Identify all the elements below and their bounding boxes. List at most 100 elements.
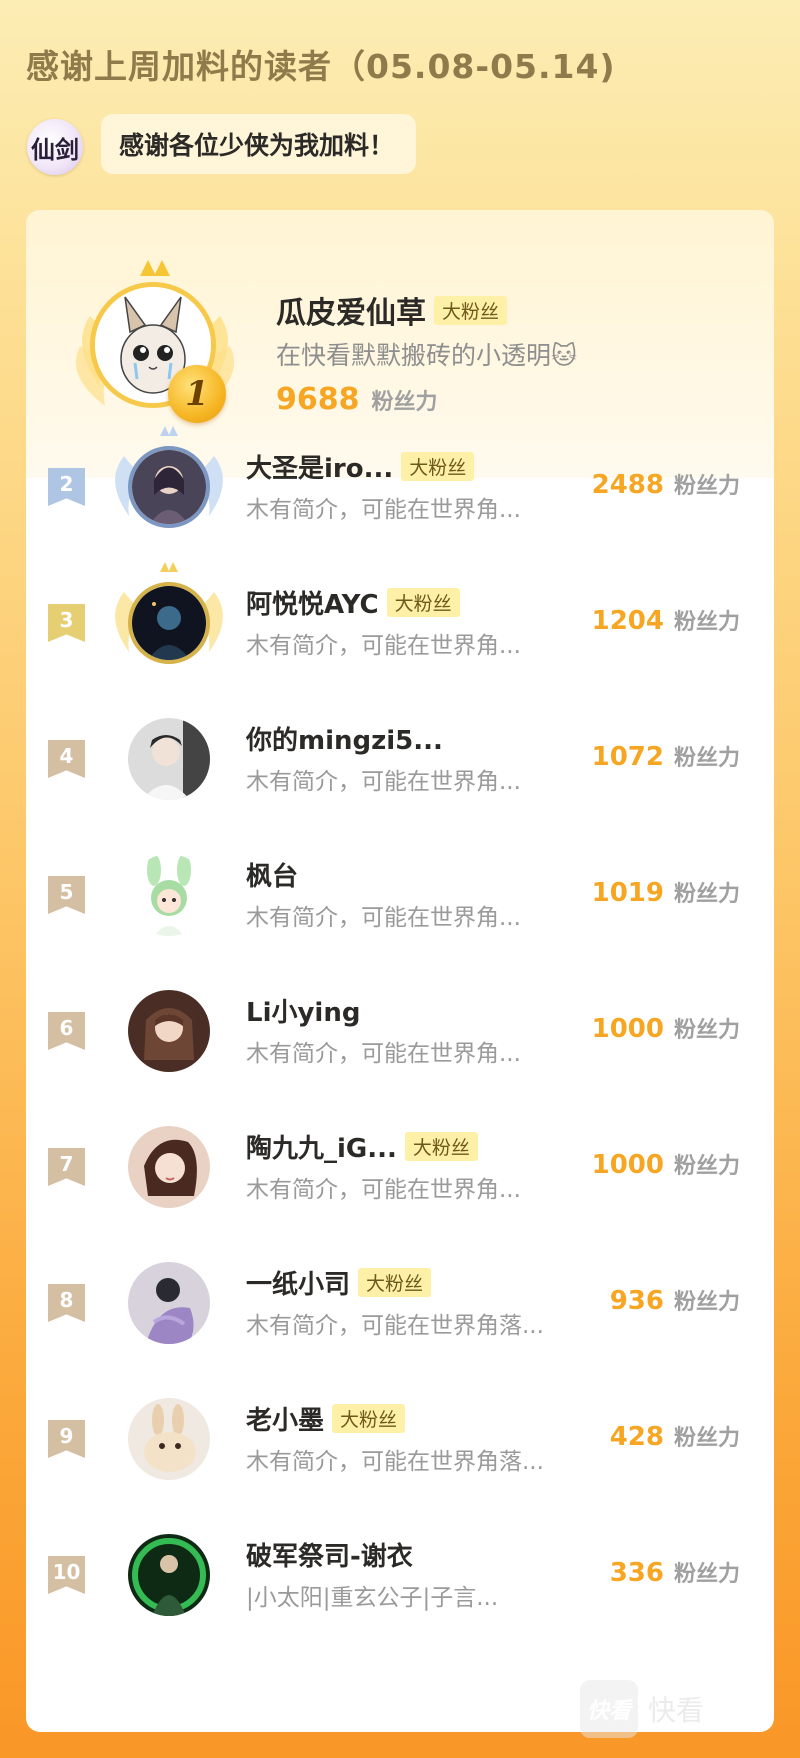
fan-power-unit: 粉丝力 xyxy=(673,1290,740,1315)
fan-power: 1000 粉丝力 xyxy=(592,1012,740,1044)
fan-badge: 大粉丝 xyxy=(434,295,508,325)
fan-power-value: 428 xyxy=(609,1422,664,1452)
fan-power: 2488 粉丝力 xyxy=(592,468,740,500)
fan-power-unit: 粉丝力 xyxy=(371,390,438,415)
fan-power-unit: 粉丝力 xyxy=(673,746,740,771)
rank-tag: 5 xyxy=(48,876,85,914)
watermark-logo: 快看 xyxy=(580,1680,638,1738)
reader-bio: 木有简介，可能在世界角... xyxy=(246,497,521,523)
reader-name[interactable]: 你的mingzi5... xyxy=(246,720,443,757)
fan-power-value: 1000 xyxy=(591,1014,664,1044)
fan-badge: 大粉丝 xyxy=(386,588,460,617)
fan-power-unit: 粉丝力 xyxy=(673,1018,740,1043)
rabbit-icon xyxy=(128,1398,210,1480)
reader-bio: 木有简介，可能在世界角... xyxy=(246,769,521,795)
top-reader-name-row: 瓜皮爱仙草 大粉丝 xyxy=(276,288,508,332)
reader-name[interactable]: 陶九九_iG... xyxy=(246,1128,397,1165)
fan-power-value: 1072 xyxy=(591,742,664,772)
fan-power-unit: 粉丝力 xyxy=(673,1562,740,1587)
reader-name[interactable]: 破军祭司-谢衣 xyxy=(246,1536,413,1573)
fan-power: 1204 粉丝力 xyxy=(592,604,740,636)
thanks-bubble: 感谢各位少侠为我加料！ xyxy=(101,114,417,174)
reader-bio: 木有简介，可能在世界角... xyxy=(246,1177,521,1203)
brand-avatar[interactable]: 仙剑 xyxy=(27,119,83,175)
reader-bio: |小太阳|重玄公子|子言... xyxy=(246,1585,499,1611)
portrait-icon xyxy=(132,450,206,524)
avatar[interactable] xyxy=(128,990,210,1072)
reader-name[interactable]: 大圣是iro... xyxy=(246,448,393,485)
warrior-icon xyxy=(128,1534,210,1616)
list-item[interactable]: 3 阿悦悦AYC 大粉丝 木有简介，可能在世界角... 1204 粉丝力 xyxy=(26,554,774,690)
reader-name[interactable]: 枫台 xyxy=(246,856,298,893)
fan-power-value: 1000 xyxy=(591,1150,664,1180)
reader-bio: 木有简介，可能在世界角落... xyxy=(246,1313,544,1339)
fan-badge: 大粉丝 xyxy=(401,452,475,481)
fan-power-unit: 粉丝力 xyxy=(673,1154,740,1179)
fan-badge: 大粉丝 xyxy=(358,1268,432,1297)
bunny-girl-icon xyxy=(128,854,210,936)
leaderboard-card: 1 瓜皮爱仙草 大粉丝 在快看默默搬砖的小透明🐱 9688 粉丝力 2 大圣是i… xyxy=(26,210,774,1732)
fan-power: 1019 粉丝力 xyxy=(592,876,740,908)
rank-tag: 6 xyxy=(48,1012,85,1050)
avatar[interactable] xyxy=(128,1398,210,1480)
portrait-icon xyxy=(128,990,210,1072)
fan-power: 936 粉丝力 xyxy=(610,1284,740,1316)
rank-1-badge: 1 xyxy=(168,365,226,423)
portrait-icon xyxy=(128,1262,210,1344)
fan-power: 428 粉丝力 xyxy=(610,1420,740,1452)
rank-tag: 7 xyxy=(48,1148,85,1186)
rank-tag: 3 xyxy=(48,604,85,642)
fan-power-value: 1019 xyxy=(591,878,664,908)
list-item[interactable]: 8 一纸小司 大粉丝 木有简介，可能在世界角落... 936 粉丝力 xyxy=(26,1234,774,1370)
fan-power: 1072 粉丝力 xyxy=(592,740,740,772)
reader-name[interactable]: Li小ying xyxy=(246,992,360,1029)
reader-name[interactable]: 老小墨 xyxy=(246,1400,324,1437)
avatar[interactable] xyxy=(128,854,210,936)
rank-tag: 8 xyxy=(48,1284,85,1322)
fan-badge: 大粉丝 xyxy=(404,1132,478,1161)
fan-power: 9688 粉丝力 xyxy=(276,382,438,417)
reader-bio: 木有简介，可能在世界角... xyxy=(246,1041,521,1067)
fan-badge: 大粉丝 xyxy=(332,1404,406,1433)
fan-power-unit: 粉丝力 xyxy=(673,610,740,635)
avatar[interactable] xyxy=(128,582,210,664)
fan-power-value: 936 xyxy=(609,1286,664,1316)
reader-bio: 在快看默默搬砖的小透明🐱 xyxy=(276,341,578,370)
list-item[interactable]: 5 枫台 木有简介，可能在世界角... 1019 粉丝力 xyxy=(26,826,774,962)
avatar[interactable] xyxy=(128,1126,210,1208)
list-item[interactable]: 7 陶九九_iG... 大粉丝 木有简介，可能在世界角... 1000 粉丝力 xyxy=(26,1098,774,1234)
watermark: 快看 快看 xyxy=(580,1680,704,1738)
avatar[interactable] xyxy=(128,1262,210,1344)
fan-power-unit: 粉丝力 xyxy=(673,882,740,907)
fan-power-value: 9688 xyxy=(276,382,360,417)
list-item[interactable]: 2 大圣是iro... 大粉丝 木有简介，可能在世界角... 2488 粉丝力 xyxy=(26,418,774,554)
reader-bio: 木有简介，可能在世界角... xyxy=(246,633,521,659)
rank-tag: 4 xyxy=(48,740,85,778)
reader-bio: 木有简介，可能在世界角落... xyxy=(246,1449,544,1475)
avatar[interactable] xyxy=(128,446,210,528)
avatar[interactable] xyxy=(128,1534,210,1616)
fan-power-value: 1204 xyxy=(591,606,664,636)
watermark-text: 快看 xyxy=(648,1694,705,1727)
reader-bio: 木有简介，可能在世界角... xyxy=(246,905,521,931)
list-item[interactable]: 10 破军祭司-谢衣 |小太阳|重玄公子|子言... 336 粉丝力 xyxy=(26,1506,774,1642)
portrait-icon xyxy=(128,718,210,800)
fan-power-value: 336 xyxy=(609,1558,664,1588)
fan-power: 336 粉丝力 xyxy=(610,1556,740,1588)
list-item[interactable]: 9 老小墨 大粉丝 木有简介，可能在世界角落... 428 粉丝力 xyxy=(26,1370,774,1506)
list-item[interactable]: 4 你的mingzi5... 木有简介，可能在世界角... 1072 粉丝力 xyxy=(26,690,774,826)
fan-power: 1000 粉丝力 xyxy=(592,1148,740,1180)
list-item[interactable]: 6 Li小ying 木有简介，可能在世界角... 1000 粉丝力 xyxy=(26,962,774,1098)
reader-name[interactable]: 阿悦悦AYC xyxy=(246,584,379,621)
portrait-icon xyxy=(128,1126,210,1208)
reader-name[interactable]: 一纸小司 xyxy=(246,1264,350,1301)
fan-power-value: 2488 xyxy=(591,470,664,500)
rank-tag: 10 xyxy=(48,1556,85,1594)
fan-power-unit: 粉丝力 xyxy=(673,474,740,499)
rank-tag: 9 xyxy=(48,1420,85,1458)
portrait-icon xyxy=(132,586,206,660)
fan-power-unit: 粉丝力 xyxy=(673,1426,740,1451)
avatar[interactable] xyxy=(128,718,210,800)
rank-tag: 2 xyxy=(48,468,85,506)
reader-name[interactable]: 瓜皮爱仙草 xyxy=(276,288,426,332)
